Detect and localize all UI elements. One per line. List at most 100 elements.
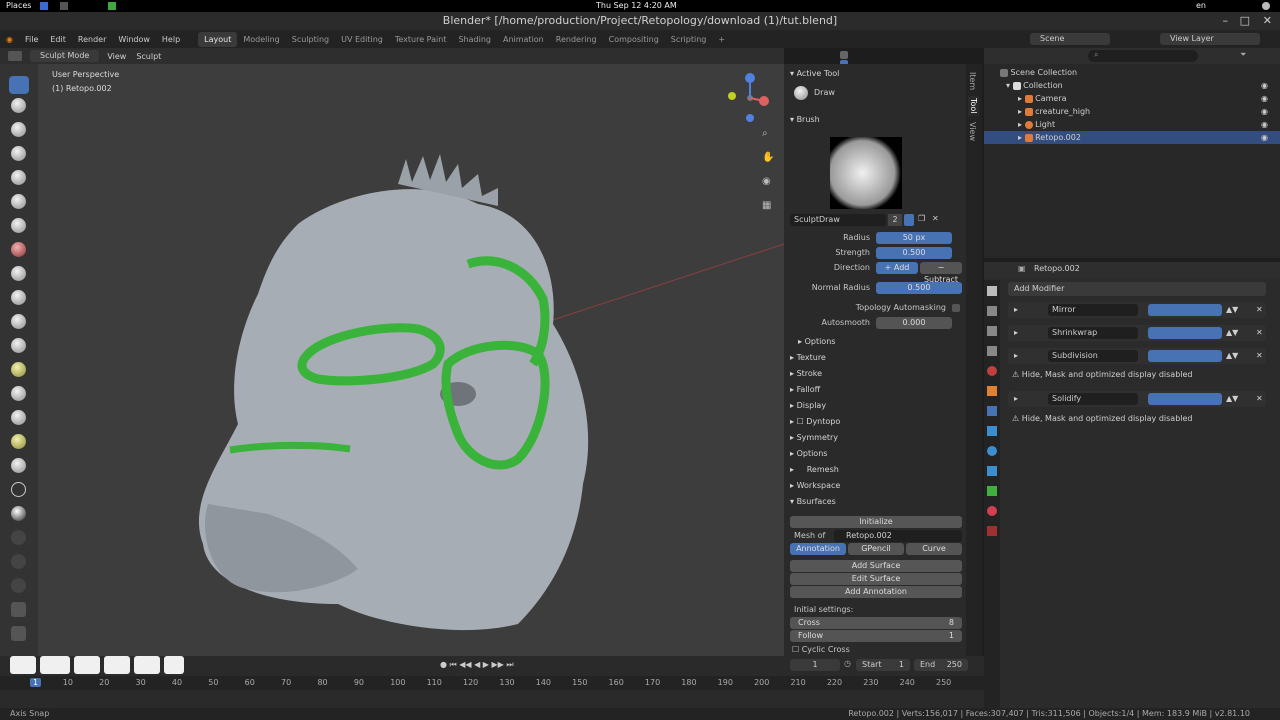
normal-radius-field[interactable]: 0.500: [876, 282, 962, 294]
physics-tab-icon[interactable]: [987, 446, 997, 456]
pinch-brush-icon[interactable]: [11, 338, 26, 353]
tab-item[interactable]: Item: [968, 72, 977, 90]
modifier-name-field[interactable]: Mirror: [1048, 304, 1138, 316]
expand-icon[interactable]: ▸: [1014, 305, 1018, 314]
modifier-visibility-toggles[interactable]: [1148, 304, 1222, 316]
power-icon[interactable]: [1262, 2, 1270, 10]
remove-modifier-icon[interactable]: ✕: [1256, 328, 1263, 337]
modifier-visibility-toggles[interactable]: [1148, 327, 1222, 339]
smooth-brush-icon[interactable]: [11, 242, 26, 257]
clay-strips-brush-icon[interactable]: [11, 122, 26, 137]
symmetry-section[interactable]: ▸ Symmetry: [784, 430, 966, 446]
stroke-section[interactable]: ▸ Stroke: [784, 366, 966, 382]
add-workspace-button[interactable]: +: [712, 32, 731, 47]
options-section[interactable]: ▸ Options: [784, 446, 966, 462]
render-tab-icon[interactable]: [987, 306, 997, 316]
brush-users-count[interactable]: 2: [888, 214, 902, 226]
view-layer-tab-icon[interactable]: [987, 346, 997, 356]
remove-modifier-icon[interactable]: ✕: [1256, 305, 1263, 314]
add-annotation-button[interactable]: Add Annotation: [790, 586, 962, 598]
expand-icon[interactable]: ▸: [1014, 394, 1018, 403]
material-tab-icon[interactable]: [987, 506, 997, 516]
modifier-visibility-toggles[interactable]: [1148, 393, 1222, 405]
3d-viewport[interactable]: User Perspective (1) Retopo.002 ⌕ ✋ ◉ ▦: [38, 64, 784, 656]
outliner-search-input[interactable]: [1088, 50, 1198, 62]
current-frame-field[interactable]: 1: [790, 659, 840, 671]
outliner-item-collection[interactable]: ▾ Collection ◉: [984, 79, 1280, 92]
data-tab-icon[interactable]: [987, 486, 997, 496]
maximize-icon[interactable]: □: [1240, 12, 1250, 30]
scene-tab-icon[interactable]: [987, 366, 997, 376]
move-up-icon[interactable]: ▲▼: [1226, 394, 1238, 403]
launcher-icon[interactable]: [40, 2, 48, 10]
editor-type-icon[interactable]: [8, 51, 22, 61]
move-up-icon[interactable]: ▲▼: [1226, 305, 1238, 314]
outliner-item-camera[interactable]: ▸ Camera ◉: [984, 92, 1280, 105]
tab-rendering[interactable]: Rendering: [550, 32, 603, 47]
scene-selector[interactable]: Scene: [1030, 33, 1110, 45]
texture-section[interactable]: ▸ Texture: [784, 350, 966, 366]
output-tab-icon[interactable]: [987, 326, 997, 336]
menu-render[interactable]: Render: [72, 35, 112, 44]
close-icon[interactable]: ✕: [1263, 12, 1272, 30]
brush-header[interactable]: ▾ Brush: [784, 112, 966, 128]
snake-hook-brush-icon[interactable]: [11, 386, 26, 401]
tab-tool[interactable]: Tool: [968, 96, 979, 116]
language-indicator[interactable]: en: [1196, 1, 1206, 10]
modifier-subdivision[interactable]: ▸ Subdivision ▲▼ ✕: [1008, 348, 1266, 364]
tab-shading[interactable]: Shading: [452, 32, 497, 47]
duplicate-icon[interactable]: ❐: [918, 214, 928, 226]
display-section[interactable]: ▸ Display: [784, 398, 966, 414]
cyclic-cross-checkbox[interactable]: ☐ Cyclic Cross: [792, 644, 850, 656]
eye-icon[interactable]: ◉: [1261, 79, 1268, 92]
bsurfaces-section[interactable]: ▾ Bsurfaces: [784, 494, 966, 510]
outliner-item-retopo[interactable]: ▸ Retopo.002 ◉: [984, 131, 1280, 144]
draw-brush-icon[interactable]: [9, 76, 29, 94]
tab-view[interactable]: View: [968, 122, 977, 141]
launcher-icon[interactable]: [108, 2, 116, 10]
strength-field[interactable]: 0.500: [876, 247, 952, 259]
lasso-mask-icon[interactable]: [11, 530, 26, 545]
fake-user-icon[interactable]: [904, 214, 914, 226]
nudge-brush-icon[interactable]: [11, 434, 26, 449]
flatten-brush-icon[interactable]: [11, 266, 26, 281]
timeline-track[interactable]: [0, 690, 984, 708]
outliner-item-scene-collection[interactable]: Scene Collection: [984, 66, 1280, 79]
filter-icon[interactable]: ⏷: [1240, 50, 1246, 60]
brush-name-field[interactable]: SculptDraw: [790, 214, 886, 226]
eye-icon[interactable]: ◉: [1261, 92, 1268, 105]
layer-brush-icon[interactable]: [11, 146, 26, 161]
box-mask-icon[interactable]: [11, 506, 26, 521]
falloff-section[interactable]: ▸ Falloff: [784, 382, 966, 398]
curve-tab[interactable]: Curve: [906, 543, 962, 555]
scrape-brush-icon[interactable]: [11, 314, 26, 329]
tab-sculpting[interactable]: Sculpting: [286, 32, 335, 47]
cross-field[interactable]: Cross 8: [790, 617, 962, 629]
remove-modifier-icon[interactable]: ✕: [1256, 351, 1263, 360]
tab-texture-paint[interactable]: Texture Paint: [389, 32, 453, 47]
move-up-icon[interactable]: ▲▼: [1226, 328, 1238, 337]
eye-icon[interactable]: ◉: [1261, 105, 1268, 118]
constraints-tab-icon[interactable]: [987, 466, 997, 476]
remesh-section[interactable]: ▸ Remesh: [784, 462, 966, 478]
add-modifier-button[interactable]: Add Modifier: [1008, 282, 1266, 296]
menu-window[interactable]: Window: [112, 35, 156, 44]
navigation-gizmo[interactable]: [718, 68, 778, 128]
tab-compositing[interactable]: Compositing: [603, 32, 665, 47]
mask-brush-icon[interactable]: [11, 482, 26, 497]
annotate-tool-icon[interactable]: [11, 626, 26, 641]
menu-help[interactable]: Help: [156, 35, 186, 44]
view-menu[interactable]: View: [107, 52, 126, 61]
playback-controls[interactable]: ● ⏮ ◀◀ ◀ ▶ ▶▶ ⏭: [440, 660, 514, 670]
options-subpanel[interactable]: ▸ Options: [784, 334, 966, 350]
initialize-button[interactable]: Initialize: [790, 516, 962, 528]
modifier-visibility-toggles[interactable]: [1148, 350, 1222, 362]
mode-selector[interactable]: Sculpt Mode: [30, 50, 100, 62]
clock[interactable]: Thu Sep 12 4:20 AM: [596, 1, 677, 10]
follow-field[interactable]: Follow 1: [790, 630, 962, 642]
brush-preview-image[interactable]: [830, 137, 902, 209]
topology-automasking-checkbox[interactable]: [952, 304, 960, 312]
pan-hand-icon[interactable]: ✋: [762, 152, 776, 166]
zoom-icon[interactable]: ⌕: [762, 128, 776, 142]
direction-subtract-button[interactable]: − Subtract: [920, 262, 962, 284]
